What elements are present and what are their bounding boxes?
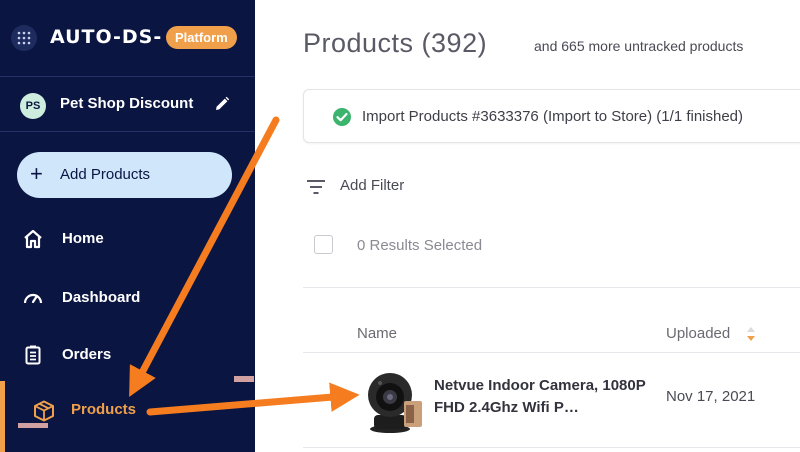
annotation-highlight [234, 376, 254, 382]
sidebar-item-dashboard[interactable]: Dashboard [0, 278, 255, 318]
annotation-highlight [18, 423, 48, 428]
import-status-banner[interactable]: Import Products #3633376 (Import to Stor… [303, 89, 800, 143]
product-uploaded-date: Nov 17, 2021 [666, 388, 756, 405]
apps-grid-button[interactable] [11, 25, 37, 51]
sidebar-item-orders[interactable]: Orders [0, 335, 255, 375]
box-icon [34, 400, 54, 422]
sidebar-item-label: Orders [62, 346, 112, 363]
clipboard-icon [25, 345, 41, 365]
pencil-icon[interactable] [214, 96, 230, 112]
product-thumbnail[interactable] [360, 365, 424, 435]
add-products-button[interactable]: + Add Products [17, 152, 232, 198]
import-status-text: Import Products #3633376 (Import to Stor… [362, 108, 744, 125]
table-row[interactable]: Netvue Indoor Camera, 1080P FHD 2.4Ghz W… [303, 353, 800, 448]
table-divider [303, 287, 800, 288]
product-title[interactable]: Netvue Indoor Camera, 1080P FHD 2.4Ghz W… [434, 375, 649, 419]
logo-row: AUTO-DS- Platform [0, 0, 255, 76]
plus-icon: + [30, 161, 43, 186]
platform-badge: Platform [166, 26, 237, 49]
check-circle-icon [333, 108, 351, 126]
store-selector[interactable]: PS Pet Shop Discount [0, 77, 255, 131]
page-title: Products (392) [303, 28, 488, 58]
gauge-icon [23, 293, 43, 304]
add-products-label: Add Products [60, 166, 151, 183]
sort-icon[interactable] [746, 326, 756, 342]
home-icon [24, 229, 42, 249]
store-avatar: PS [20, 93, 46, 119]
autods-logo[interactable]: AUTO-DS- [50, 26, 162, 48]
page-subtitle: and 665 more untracked products [534, 38, 744, 54]
sidebar-item-label: Dashboard [62, 289, 141, 306]
select-all-checkbox[interactable] [314, 235, 333, 254]
column-header-uploaded[interactable]: Uploaded [666, 325, 730, 342]
store-name: Pet Shop Discount [60, 95, 194, 112]
add-filter-label: Add Filter [340, 177, 405, 194]
sidebar-divider [0, 131, 255, 132]
row-divider [303, 447, 800, 448]
sidebar-item-label: Home [62, 230, 104, 247]
filter-icon [307, 180, 325, 194]
sidebar-item-home[interactable]: Home [0, 219, 255, 259]
results-selected-count: 0 Results Selected [357, 237, 483, 254]
sidebar: AUTO-DS- Platform PS Pet Shop Discount +… [0, 0, 255, 452]
main-content: Products (392) and 665 more untracked pr… [255, 0, 800, 452]
grid-icon [17, 31, 31, 45]
sidebar-item-label: Products [71, 401, 137, 418]
column-header-name[interactable]: Name [357, 325, 397, 342]
